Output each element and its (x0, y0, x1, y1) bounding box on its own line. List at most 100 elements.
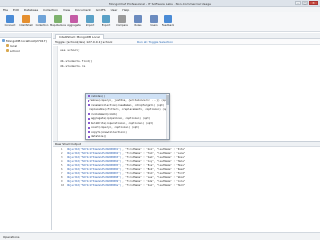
toolbar-label: Connect (4, 24, 16, 27)
connection-selector[interactable]: Toggle: [school(dev) 127.0.0.1] school (55, 40, 112, 44)
toolbar-label: Export (101, 24, 111, 27)
document-fields: , "firstName" : "Ian", "lastName" : "Hun… (122, 183, 186, 187)
autocomplete-label: renameCollection(<newName>, <dropTarget>… (91, 103, 165, 107)
toolbar-label: Aggregate (67, 24, 81, 27)
document-fields: , "firstName" : "Ann", "lastName" : "Kit… (122, 147, 186, 151)
popup-scrollbar[interactable] (166, 94, 169, 139)
document-fields: , "firstName" : "Bob", "lastName" : "Ree… (122, 167, 186, 171)
window-title: MongoChef Professional - IT Software Lab… (109, 2, 211, 6)
toolbar-icon (70, 15, 78, 23)
toolbar-button[interactable]: Export (98, 14, 114, 30)
run-selection-link[interactable]: Run at: Toggle Selection (137, 40, 173, 44)
object-id: ObjectId("5672c1f34a2e1d5c8b000003") (67, 155, 122, 159)
autocomplete-label: aggregate(<pipeline>, <options>) (opt) (91, 117, 151, 121)
toolbar-icon (164, 15, 172, 23)
menu-gridfs[interactable]: GridFS (96, 8, 106, 12)
close-button[interactable]: ✕ (309, 1, 318, 5)
database-icon (6, 44, 9, 47)
document-fields: , "firstName" : "Joy", "lastName" : "Hal… (122, 159, 186, 163)
toolbar-icon (6, 15, 14, 23)
toolbar-label: Compare (116, 24, 128, 27)
autocomplete-label: reIndex() (91, 94, 106, 98)
object-id: ObjectId("5672c1f34a2e1d5c8b000009") (67, 179, 122, 183)
toolbar-button[interactable]: Map-Reduce (50, 14, 66, 30)
tree-item-school[interactable]: school (0, 48, 51, 53)
object-id: ObjectId("5672c1f34a2e1d5c8b000007") (67, 171, 122, 175)
document-fields: , "firstName" : "Eve", "lastName" : "Mos… (122, 163, 186, 167)
tree-item-server[interactable]: MongoDB localhost(27017) (0, 38, 51, 43)
object-id: ObjectId("5672c1f34a2e1d5c8b000004") (67, 159, 122, 163)
autocomplete-label: bulkWrite(<operations>, <options>) (opt) (91, 121, 154, 125)
maximize-button[interactable]: □ (302, 1, 308, 5)
toolbar-button[interactable]: Connect (2, 14, 18, 30)
status-text: Operations (3, 235, 20, 239)
server-icon (2, 39, 5, 42)
method-icon (88, 135, 90, 138)
method-icon (88, 113, 90, 116)
connection-bar: Toggle: [school(dev) 127.0.0.1] school R… (53, 39, 320, 45)
toolbar-button[interactable]: Collection (34, 14, 50, 30)
result-row[interactable]: 10 ObjectId("5672c1f34a2e1d5c8b00000a"), … (53, 183, 320, 187)
toolbar-label: Map-Reduce (50, 24, 67, 27)
tree-item-label: MongoDB localhost(27017) (6, 38, 47, 43)
code-line[interactable]: use school; (60, 48, 80, 52)
object-id: ObjectId("5672c1f34a2e1d5c8b000005") (67, 163, 122, 167)
connection-tree: MongoDB localhost(27017) local school (0, 33, 52, 230)
minimize-button[interactable]: – (295, 1, 301, 5)
method-icon (88, 131, 90, 134)
menu-file[interactable]: File (3, 8, 8, 12)
menu-user[interactable]: User (111, 8, 118, 12)
toolbar: Connect IntelliShell Collection Map-Reduce A… (0, 12, 320, 32)
toolbar-icon (150, 15, 158, 23)
menu-document[interactable]: Document (75, 8, 91, 12)
toolbar-icon (54, 15, 62, 23)
document-fields: , "firstName" : "Tom", "lastName" : "Lan… (122, 151, 186, 155)
toolbar-button[interactable]: Import (82, 14, 98, 30)
tree-item-label: local (10, 43, 17, 48)
object-id: ObjectId("5672c1f34a2e1d5c8b000008") (67, 175, 122, 179)
object-id: ObjectId("5672c1f34a2e1d5c8b000002") (67, 151, 122, 155)
toolbar-icon (134, 15, 142, 23)
menu-help[interactable]: Help (122, 8, 129, 12)
method-icon (88, 117, 90, 120)
autocomplete-label: replaceOne(<filter>, <replacement>, <opt… (89, 108, 170, 112)
object-id: ObjectId("5672c1f34a2e1d5c8b00000a") (67, 183, 122, 187)
tree-item-label: school (10, 48, 20, 53)
method-icon (88, 95, 90, 98)
autocomplete-item[interactable]: deleteMany(<filter>, <options>) (opt) (86, 139, 169, 140)
toolbar-label: Import (85, 24, 95, 27)
toolbar-icon (102, 15, 110, 23)
toolbar-label: Roles (134, 24, 142, 27)
window-controls: – □ ✕ (295, 1, 318, 5)
toolbar-button[interactable]: Compare (114, 14, 130, 30)
title-bar: MongoChef Professional - IT Software Lab… (0, 0, 320, 7)
toolbar-icon (38, 15, 46, 23)
toolbar-button[interactable]: Feedback (160, 14, 176, 30)
scrollbar-thumb[interactable] (166, 95, 169, 105)
toolbar-label: Feedback (161, 24, 175, 27)
code-line[interactable]: db.students.re (60, 64, 85, 68)
autocomplete-label: remove(<query>, justOne, {writeConcern: … (89, 99, 169, 103)
results-list: 1 ObjectId("5672c1f34a2e1d5c8b000001"), "… (53, 147, 320, 187)
database-icon (6, 49, 9, 52)
toolbar-icon (86, 15, 94, 23)
menu-database[interactable]: Database (24, 8, 38, 12)
toolbar-button[interactable]: Roles (130, 14, 146, 30)
document-fields: , "firstName" : "Ada", "lastName" : "Col… (122, 179, 186, 183)
toolbar-icon (22, 15, 30, 23)
toolbar-button[interactable]: IntelliShell (18, 14, 34, 30)
menu-edit[interactable]: Edit (13, 8, 19, 12)
autocomplete-label: runCommand(<cmd>) (91, 112, 118, 116)
toolbar-button[interactable]: Aggregate (66, 14, 82, 30)
autocomplete-label: dataSize() (91, 135, 107, 139)
method-icon (88, 122, 90, 125)
code-line[interactable]: db.students.find() (60, 59, 93, 63)
document-fields: , "firstName" : "Sam", "lastName" : "Ros… (122, 155, 186, 159)
toolbar-label: IntelliShell (19, 24, 33, 27)
menu-view[interactable]: View (63, 8, 70, 12)
toolbar-label: Collection (35, 24, 49, 27)
document-fields: , "firstName" : "Kim", "lastName" : "For… (122, 171, 186, 175)
results-panel: Raw Shell Output 1 ObjectId("5672c1f34a2e… (53, 141, 320, 230)
method-icon (88, 126, 90, 129)
menu-collection[interactable]: Collection (43, 8, 58, 12)
